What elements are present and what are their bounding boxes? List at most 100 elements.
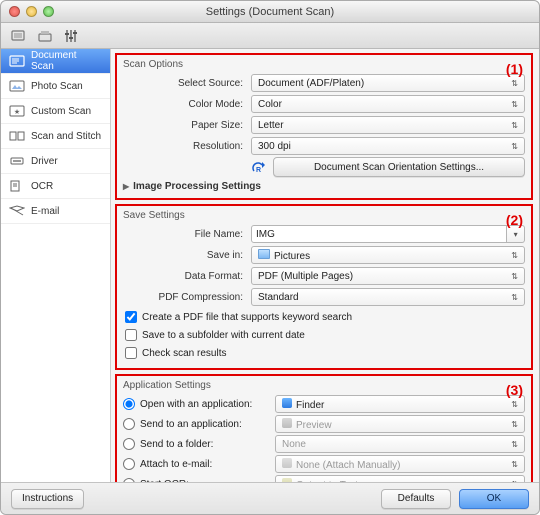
subfolder-date-label: Save to a subfolder with current date	[142, 330, 305, 341]
sidebar-item-document-scan[interactable]: Document Scan	[1, 49, 110, 74]
scan-options-group: (1) Scan Options Select Source: Document…	[115, 53, 533, 200]
annotation-3: (3)	[506, 382, 523, 398]
finder-icon	[282, 398, 292, 408]
scan-options-title: Scan Options	[123, 59, 525, 70]
image-processing-disclosure[interactable]: ▶ Image Processing Settings	[123, 181, 525, 192]
chevron-updown-icon: ⇅	[511, 121, 518, 130]
instructions-button[interactable]: Instructions	[11, 489, 84, 509]
chevron-updown-icon: ⇅	[511, 272, 518, 281]
chevron-updown-icon: ⇅	[511, 79, 518, 88]
chevron-updown-icon: ⇅	[511, 460, 518, 469]
annotation-2: (2)	[506, 212, 523, 228]
color-mode-popup[interactable]: Color⇅	[251, 95, 525, 113]
sidebar-item-label: OCR	[31, 181, 53, 192]
svg-text:★: ★	[14, 108, 20, 116]
send-to-folder-radio[interactable]	[123, 438, 135, 450]
paper-size-popup[interactable]: Letter⇅	[251, 116, 525, 134]
send-to-folder-popup[interactable]: None⇅	[275, 435, 525, 453]
email-icon	[9, 205, 25, 217]
chevron-updown-icon: ⇅	[511, 440, 518, 449]
send-to-app-label: Send to an application:	[140, 419, 270, 430]
sidebar-item-scan-and-stitch[interactable]: Scan and Stitch	[1, 124, 110, 149]
resolution-label: Resolution:	[123, 141, 251, 152]
scan-from-computer-icon[interactable]	[11, 28, 27, 44]
footer: Instructions Defaults OK	[1, 482, 539, 514]
check-results-label: Check scan results	[142, 348, 226, 359]
send-to-app-popup[interactable]: Preview⇅	[275, 415, 525, 433]
keyword-search-checkbox[interactable]	[125, 311, 137, 323]
select-source-popup[interactable]: Document (ADF/Platen)⇅	[251, 74, 525, 92]
sidebar-item-label: Scan and Stitch	[31, 131, 101, 142]
defaults-button[interactable]: Defaults	[381, 489, 451, 509]
main-panel: (1) Scan Options Select Source: Document…	[111, 49, 539, 482]
save-settings-title: Save Settings	[123, 210, 525, 221]
chevron-updown-icon: ⇅	[511, 400, 518, 409]
folder-icon	[258, 249, 270, 259]
window-title: Settings (Document Scan)	[1, 6, 539, 18]
save-in-popup[interactable]: Pictures⇅	[251, 246, 525, 264]
scan-from-panel-icon[interactable]	[37, 28, 53, 44]
preview-icon	[282, 418, 292, 428]
settings-window: Settings (Document Scan) Document Scan P…	[0, 0, 540, 515]
save-settings-group: (2) Save Settings File Name: ▾ Save in: …	[115, 204, 533, 370]
sidebar-item-label: Photo Scan	[31, 81, 83, 92]
sidebar-item-driver[interactable]: Driver	[1, 149, 110, 174]
sidebar-item-label: Custom Scan	[31, 106, 91, 117]
data-format-label: Data Format:	[123, 271, 251, 282]
ocr-icon	[9, 180, 25, 192]
file-name-input[interactable]	[251, 225, 507, 243]
mail-icon	[282, 458, 292, 468]
orientation-icon: R	[251, 160, 267, 174]
general-settings-icon[interactable]	[63, 28, 79, 44]
ok-button[interactable]: OK	[459, 489, 529, 509]
sidebar-item-ocr[interactable]: OCR	[1, 174, 110, 199]
chevron-down-icon: ▾	[514, 230, 518, 239]
save-in-label: Save in:	[123, 250, 251, 261]
svg-text:R: R	[256, 167, 261, 174]
data-format-popup[interactable]: PDF (Multiple Pages)⇅	[251, 267, 525, 285]
titlebar: Settings (Document Scan)	[1, 1, 539, 23]
toolbar	[1, 23, 539, 49]
chevron-updown-icon: ⇅	[511, 293, 518, 302]
check-results-checkbox[interactable]	[125, 347, 137, 359]
sidebar-item-custom-scan[interactable]: ★ Custom Scan	[1, 99, 110, 124]
keyword-search-label: Create a PDF file that supports keyword …	[142, 312, 352, 323]
orientation-settings-button[interactable]: Document Scan Orientation Settings...	[273, 157, 525, 177]
sidebar: Document Scan Photo Scan ★ Custom Scan S…	[1, 49, 111, 482]
sidebar-item-photo-scan[interactable]: Photo Scan	[1, 74, 110, 99]
color-mode-label: Color Mode:	[123, 99, 251, 110]
attach-email-popup[interactable]: None (Attach Manually)⇅	[275, 455, 525, 473]
sidebar-item-label: Driver	[31, 156, 58, 167]
file-name-label: File Name:	[123, 229, 251, 240]
attach-email-radio[interactable]	[123, 458, 135, 470]
open-with-app-label: Open with an application:	[140, 399, 270, 410]
send-to-folder-label: Send to a folder:	[140, 439, 270, 450]
open-with-app-popup[interactable]: Finder⇅	[275, 395, 525, 413]
pdf-compression-popup[interactable]: Standard⇅	[251, 288, 525, 306]
pdf-compression-label: PDF Compression:	[123, 292, 251, 303]
open-with-app-radio[interactable]	[123, 398, 135, 410]
attach-email-label: Attach to e-mail:	[140, 459, 270, 470]
photo-scan-icon	[9, 80, 25, 92]
chevron-updown-icon: ⇅	[511, 251, 518, 260]
driver-icon	[9, 155, 25, 167]
sidebar-item-label: Document Scan	[31, 50, 102, 72]
chevron-updown-icon: ⇅	[511, 142, 518, 151]
chevron-updown-icon: ⇅	[511, 420, 518, 429]
sidebar-item-email[interactable]: E-mail	[1, 199, 110, 224]
subfolder-date-checkbox[interactable]	[125, 329, 137, 341]
application-settings-title: Application Settings	[123, 380, 525, 391]
start-ocr-popup[interactable]: Output to Text⇅	[275, 475, 525, 482]
disclosure-triangle-icon: ▶	[123, 182, 129, 191]
paper-size-label: Paper Size:	[123, 120, 251, 131]
stitch-icon	[9, 130, 25, 142]
annotation-1: (1)	[506, 61, 523, 77]
chevron-updown-icon: ⇅	[511, 100, 518, 109]
sidebar-item-label: E-mail	[31, 206, 59, 217]
select-source-label: Select Source:	[123, 78, 251, 89]
send-to-app-radio[interactable]	[123, 418, 135, 430]
document-scan-icon	[9, 55, 25, 67]
custom-scan-icon: ★	[9, 105, 25, 117]
application-settings-group: (3) Application Settings Open with an ap…	[115, 374, 533, 482]
resolution-popup[interactable]: 300 dpi⇅	[251, 137, 525, 155]
